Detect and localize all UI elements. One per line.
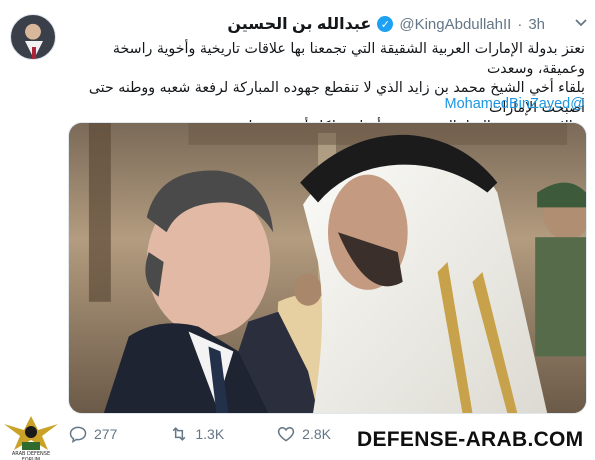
tweet-text-line: نعتز بدولة الإمارات العربية الشقيقة التي… bbox=[112, 41, 585, 77]
site-watermark: DEFENSE-ARAB.COM bbox=[357, 428, 584, 451]
like-button[interactable]: 2.8K bbox=[276, 424, 331, 444]
avatar-tie bbox=[32, 47, 36, 59]
tweet-timestamp[interactable]: 3h bbox=[528, 16, 545, 33]
retweet-count: 1.3K bbox=[195, 426, 225, 442]
logo-caption: ARAB DEFENSE FORUM bbox=[11, 451, 51, 460]
reply-count: 277 bbox=[94, 426, 118, 442]
user-handle[interactable]: @KingAbdullahII bbox=[399, 16, 511, 33]
photo-illustration bbox=[69, 123, 586, 413]
tweet-actions: 277 1.3K 2.8K bbox=[68, 424, 383, 444]
retweet-icon bbox=[172, 427, 186, 441]
verified-check-icon: ✓ bbox=[377, 16, 394, 32]
mention-link[interactable]: @MohamedBinZayed bbox=[70, 95, 585, 114]
chevron-down-icon[interactable] bbox=[574, 16, 588, 30]
display-name[interactable]: عبدالله بن الحسين bbox=[227, 14, 371, 34]
retweet-button[interactable]: 1.3K bbox=[169, 424, 224, 444]
heart-icon bbox=[278, 426, 295, 442]
header-separator: · bbox=[517, 15, 523, 33]
tweet-photo[interactable] bbox=[68, 122, 587, 414]
tweet-header: عبدالله بن الحسين ✓ @KingAbdullahII · 3h bbox=[227, 14, 545, 34]
reply-icon bbox=[69, 426, 87, 443]
avatar[interactable] bbox=[10, 14, 56, 60]
like-count: 2.8K bbox=[302, 426, 331, 442]
reply-button[interactable]: 277 bbox=[68, 424, 117, 444]
